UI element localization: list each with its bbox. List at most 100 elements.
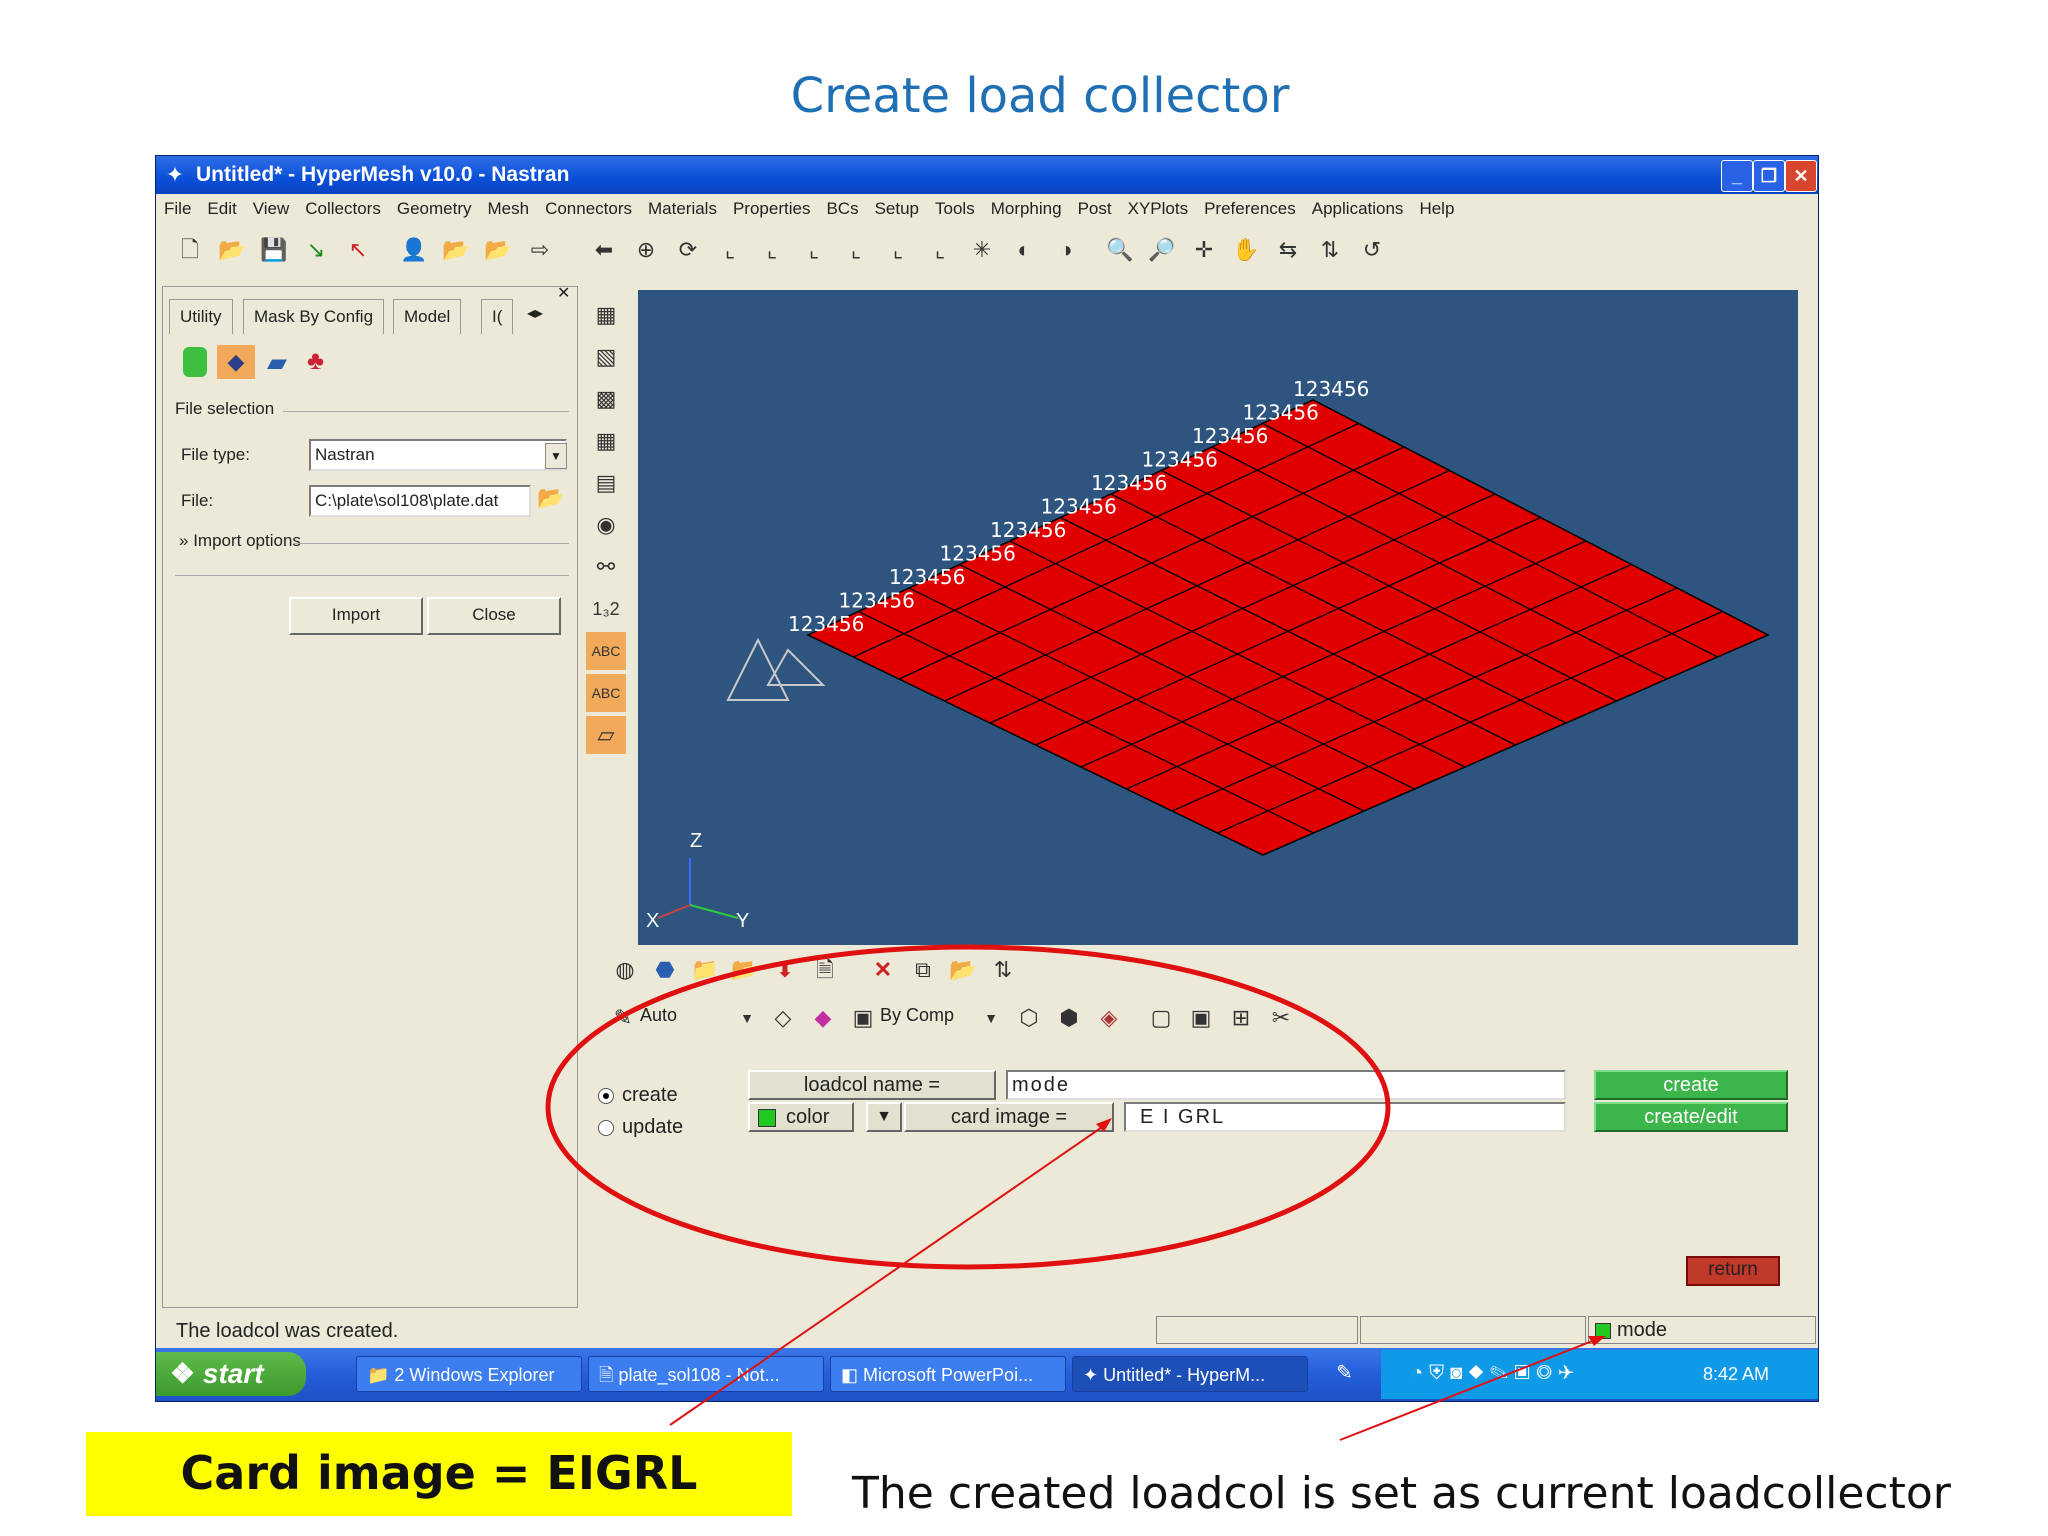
current-collector-field[interactable]: mode [1588,1316,1816,1344]
shell-element-region[interactable] [806,399,1770,856]
close-panel-icon[interactable]: ✕ [557,283,570,303]
layer-icon[interactable]: ◈ [1094,1003,1124,1033]
rotate-horizontal-icon[interactable]: ⇆ [1274,236,1302,264]
minimize-button[interactable]: _ [1721,160,1753,192]
create-edit-button[interactable]: create/edit [1594,1102,1788,1132]
menu-connectors[interactable]: Connectors [545,199,632,219]
property-icon[interactable]: ▱ [586,716,626,754]
center-icon[interactable]: ✛ [1190,236,1218,264]
grid-icon[interactable]: ⊞ [1226,1003,1256,1033]
solver-deck-import-icon[interactable]: ♣ [307,345,324,376]
menu-collectors[interactable]: Collectors [305,199,381,219]
chevron-down-icon[interactable]: ▼ [732,1003,762,1033]
file-path-input[interactable]: C:\plate\sol108\plate.dat [309,485,531,517]
view-front-icon[interactable]: ⌞ [926,236,954,264]
menu-geometry[interactable]: Geometry [397,199,472,219]
import-button[interactable]: Import [289,597,423,635]
shaded-icon[interactable]: ◆ [808,1003,838,1033]
quick-launch-icon[interactable]: ✎ [1336,1360,1353,1385]
menu-applications[interactable]: Applications [1312,199,1404,219]
browse-folder-icon[interactable]: 📂 [537,485,564,511]
menu-post[interactable]: Post [1078,199,1112,219]
menu-materials[interactable]: Materials [648,199,717,219]
file-type-select[interactable]: Nastran [309,439,567,471]
folder-icon[interactable]: 📁 [690,955,720,985]
menu-file[interactable]: File [164,199,191,219]
tab-utility[interactable]: Utility [169,299,233,334]
previous-view-icon[interactable]: ⬅ [590,236,618,264]
tab-mask-by-config[interactable]: Mask By Config [243,299,385,334]
zoom-window-icon[interactable]: 🔎 [1148,236,1176,264]
open-file-icon[interactable]: 📂 [218,236,246,264]
user-profile-icon[interactable]: 👤 [400,236,428,264]
view-top-icon[interactable]: ⌞ [842,236,870,264]
renumber-icon[interactable]: ⇅ [988,955,1018,985]
menu-edit[interactable]: Edit [207,199,236,219]
zoom-fit-icon[interactable]: ⊕ [632,236,660,264]
restore-button[interactable]: ❐ [1753,160,1785,192]
color-mode-select[interactable]: By Comp [880,1005,954,1026]
return-button[interactable]: return [1686,1256,1780,1286]
view-xy-icon[interactable]: ⌞ [716,236,744,264]
surface-import-icon[interactable]: ▰ [267,347,287,378]
close-button[interactable]: Close [427,597,561,635]
taskbar-item-hypermesh[interactable]: ✦ Untitled* - HyperM... [1072,1356,1308,1392]
view-side-icon[interactable]: ⌞ [884,236,912,264]
card-image-input[interactable]: E I GRL [1124,1102,1566,1132]
wire-elements-icon[interactable]: ▦ [586,422,626,460]
elements-icon[interactable]: ▦ [586,296,626,334]
cube-shaded-icon[interactable]: ⬢ [1054,1003,1084,1033]
chevron-down-icon[interactable]: ▼ [545,443,567,469]
clipping-icon[interactable]: ◐ [1010,236,1038,264]
menu-tools[interactable]: Tools [935,199,975,219]
color-button[interactable]: color [748,1102,854,1132]
rotate-vertical-icon[interactable]: ⇅ [1316,236,1344,264]
taskbar-item-windows-explorer[interactable]: 📁 2 Windows Explorer [356,1356,582,1392]
cut-icon[interactable]: ✂ [1266,1003,1296,1033]
tab-import[interactable]: I( [481,299,514,334]
load-abc-icon[interactable]: ABC [586,674,626,712]
loadcol-name-label[interactable]: loadcol name = [748,1070,996,1100]
annotation-icon[interactable]: 🗎 [810,955,840,985]
new-file-icon[interactable]: 🗋 [176,236,204,264]
taskbar-item-notepad[interactable]: 🗎 plate_sol108 - Not... [588,1356,824,1392]
menu-morphing[interactable]: Morphing [991,199,1062,219]
zoom-icon[interactable]: 🔍 [1106,236,1134,264]
title-bar[interactable]: ✦ Untitled* - HyperMesh v10.0 - Nastran … [156,156,1818,194]
spin-icon[interactable]: ↺ [1358,236,1386,264]
create-radio[interactable]: create [598,1084,678,1107]
close-window-button[interactable]: ✕ [1785,160,1817,192]
loadcol-name-input[interactable]: mode [1006,1070,1566,1100]
geometry-import-icon[interactable] [183,347,207,377]
pan-hand-icon[interactable]: ✋ [1232,236,1260,264]
taskbar-item-powerpoint[interactable]: ◧ Microsoft PowerPoi... [830,1356,1066,1392]
menu-preferences[interactable]: Preferences [1204,199,1296,219]
binoculars-icon[interactable]: ⚯ [586,548,626,586]
tab-model[interactable]: Model [393,299,462,334]
component-color-icon[interactable]: ◍ [610,955,640,985]
elements-red-icon[interactable]: ▧ [586,338,626,376]
mesh-plate[interactable]: 1234561234561234561234561234561234561234… [638,290,1798,945]
camera-icon[interactable]: ◉ [586,506,626,544]
import-solver-icon[interactable]: 📂 [484,236,512,264]
start-button[interactable]: ❖ start [156,1352,306,1396]
graphics-viewport[interactable]: 123456 123456 123456 123456 123456 123456 1234… [638,290,1798,945]
import-options-toggle[interactable]: » Import options [179,531,301,551]
box-icon[interactable]: ▢ [1146,1003,1176,1033]
organize-icon[interactable]: 📂 [948,955,978,985]
shaded-elements-icon[interactable]: ▩ [586,380,626,418]
copy-icon[interactable]: ⧉ [908,955,938,985]
menu-view[interactable]: View [253,199,290,219]
refresh-icon[interactable]: ⟳ [674,236,702,264]
perspective-icon[interactable]: ◑ [1052,236,1080,264]
cube-icon[interactable]: ▣ [1186,1003,1216,1033]
wireframe-icon[interactable]: ◇ [768,1003,798,1033]
fe-model-import-icon[interactable]: ◆ [217,345,255,379]
view-yz-icon[interactable]: ⌞ [758,236,786,264]
tray-icons[interactable]: ◔⛨◙◆✎▣◎✈ [1411,1362,1580,1385]
numbering-icon[interactable]: 1₃2 [586,590,626,628]
cube-wire-icon[interactable]: ⬡ [1014,1003,1044,1033]
blue-shape-icon[interactable]: ⬣ [650,955,680,985]
menu-help[interactable]: Help [1419,199,1454,219]
create-button[interactable]: create [1594,1070,1788,1100]
